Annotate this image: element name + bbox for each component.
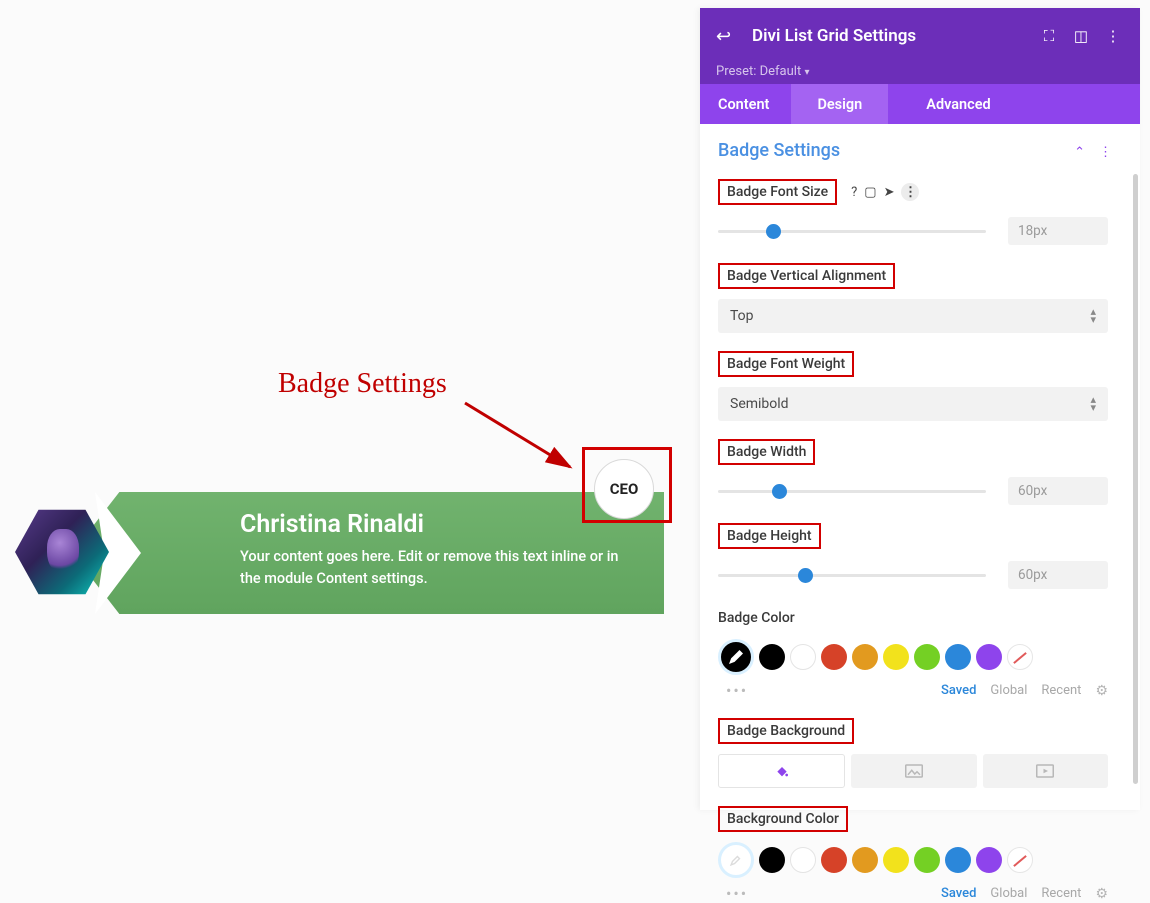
swatch-purple[interactable] [976,644,1002,670]
height-slider[interactable] [718,574,986,577]
video-icon [1036,764,1054,778]
select-updown-icon: ▴▾ [1090,308,1096,323]
section-more-icon[interactable]: ⋮ [1099,145,1112,160]
weight-select[interactable]: Semibold ▴▾ [718,387,1108,421]
palette-global[interactable]: Global [990,683,1027,698]
background-color-swatches [718,842,1108,878]
label-badge-weight: Badge Font Weight [718,351,854,377]
tab-design[interactable]: Design [791,84,888,124]
swatch-none[interactable] [1007,644,1033,670]
swatch-orange[interactable] [852,847,878,873]
back-icon[interactable]: ↩ [716,26,738,47]
label-background-color: Background Color [718,806,848,832]
paint-bucket-icon [774,763,790,779]
swatch-red[interactable] [821,644,847,670]
palette-global[interactable]: Global [990,886,1027,901]
badge: CEO [594,459,654,519]
swatch-red[interactable] [821,847,847,873]
swatch-orange[interactable] [852,644,878,670]
palette-saved[interactable]: Saved [941,886,976,901]
width-value[interactable]: 60px [1008,477,1108,505]
bg-tab-video[interactable] [983,754,1108,788]
annotation-arrow-icon [455,395,595,485]
annotation-label: Badge Settings [278,368,447,400]
palette-recent[interactable]: Recent [1041,683,1081,698]
more-icon[interactable]: ⋮ [1102,27,1124,45]
bg-tab-image[interactable] [851,754,976,788]
option-more-icon[interactable]: ⋮ [901,183,919,201]
tab-advanced[interactable]: Advanced [904,84,1012,124]
swatch-blue[interactable] [945,847,971,873]
avatar [15,505,109,599]
palette-saved[interactable]: Saved [941,683,976,698]
expand-icon[interactable]: ⛶ [1038,27,1060,45]
panel-header: ↩ Divi List Grid Settings ⛶ ◫ ⋮ [700,8,1140,64]
section-title[interactable]: Badge Settings [718,140,840,161]
badge-color-swatches [718,639,1108,675]
cursor-icon[interactable]: ➤ [884,185,895,200]
column-icon[interactable]: ◫ [1070,27,1092,45]
swatch-white[interactable] [790,847,816,873]
swatch-white[interactable] [790,644,816,670]
card-description: Your content goes here. Edit or remove t… [240,546,640,591]
help-icon[interactable]: ? [851,185,857,200]
swatch-yellow[interactable] [883,847,909,873]
swatch-yellow[interactable] [883,644,909,670]
eyedropper-empty-icon[interactable] [718,842,754,878]
select-updown-icon: ▴▾ [1090,396,1096,411]
swatch-none[interactable] [1007,847,1033,873]
swatch-green[interactable] [914,847,940,873]
settings-panel: ↩ Divi List Grid Settings ⛶ ◫ ⋮ Preset: … [700,8,1140,810]
swatch-blue[interactable] [945,644,971,670]
valign-select[interactable]: Top ▴▾ [718,299,1108,333]
label-badge-height: Badge Height [718,523,821,549]
eyedropper-icon[interactable] [718,639,754,675]
phone-icon[interactable]: ▢ [864,185,876,200]
tab-content[interactable]: Content [700,84,791,124]
swatch-green[interactable] [914,644,940,670]
swatch-drag-icon[interactable]: ••• [726,681,748,700]
label-badge-valign: Badge Vertical Alignment [718,263,895,289]
tabs: Content Design Advanced [700,84,1140,124]
width-slider[interactable] [718,490,986,493]
gear-icon[interactable]: ⚙ [1095,683,1108,699]
image-icon [905,764,923,778]
chevron-up-icon[interactable]: ⌃ [1074,145,1085,160]
label-badge-background: Badge Background [718,718,854,744]
bg-tab-color[interactable] [718,754,845,788]
font-size-slider[interactable] [718,230,986,233]
card-title: Christina Rinaldi [240,510,424,539]
swatch-purple[interactable] [976,847,1002,873]
font-size-value[interactable]: 18px [1008,217,1108,245]
swatch-black[interactable] [759,847,785,873]
gear-icon[interactable]: ⚙ [1095,886,1108,902]
scrollbar[interactable] [1133,174,1138,784]
label-badge-font-size: Badge Font Size [718,179,837,205]
palette-recent[interactable]: Recent [1041,886,1081,901]
swatch-black[interactable] [759,644,785,670]
label-badge-color: Badge Color [718,607,795,629]
list-item-card: Christina Rinaldi Your content goes here… [72,492,664,614]
panel-title: Divi List Grid Settings [752,26,1028,46]
label-badge-width: Badge Width [718,439,815,465]
height-value[interactable]: 60px [1008,561,1108,589]
swatch-drag-icon[interactable]: ••• [726,884,748,903]
preset-row[interactable]: Preset: Default ▾ [700,64,1140,84]
